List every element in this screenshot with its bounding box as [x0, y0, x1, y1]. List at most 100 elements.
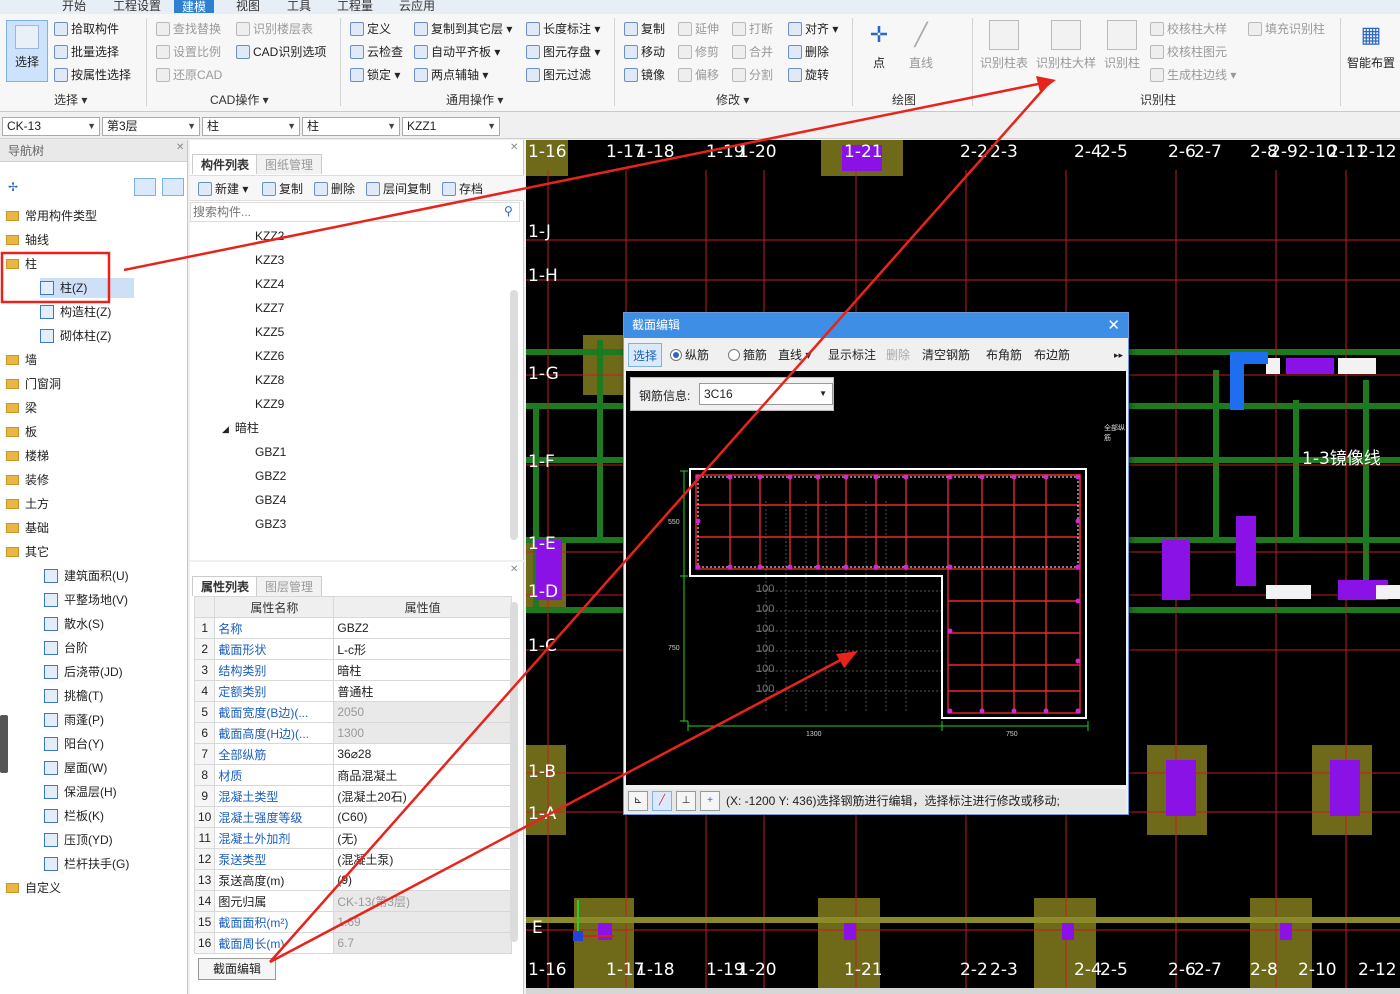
clear-rebar-button[interactable]: 清空钢筋 — [922, 343, 970, 367]
modify-group-label[interactable]: 修改 ▾ — [716, 91, 749, 108]
nav-insulation[interactable]: 保温层(H) — [44, 782, 117, 802]
list-item[interactable]: KZZ3 — [255, 250, 284, 270]
property-value[interactable]: L-c形 — [333, 638, 512, 660]
nav-beam[interactable]: 梁 — [6, 398, 37, 418]
nav-parapet[interactable]: 栏板(K) — [44, 806, 104, 826]
tab-layer-management[interactable]: 图层管理 — [256, 576, 323, 596]
property-value[interactable]: (混凝土泵) — [333, 848, 512, 870]
longitudinal-rebar-radio[interactable]: 纵筋 — [670, 343, 709, 367]
nav-construction-column[interactable]: 构造柱(Z) — [40, 302, 111, 322]
component-select[interactable]: KZZ1 ▼ — [402, 117, 500, 136]
set-scale-button[interactable]: 设置比例 — [156, 43, 221, 61]
interfloor-copy-button[interactable]: 层间复制 — [366, 180, 431, 198]
check-column-detail-button[interactable]: 校核柱大样 — [1150, 20, 1227, 38]
copy-to-other-floor-button[interactable]: 复制到其它层 ▾ — [414, 20, 512, 38]
close-icon[interactable]: ✕ — [510, 564, 518, 575]
dimension-label[interactable]: 750 — [668, 645, 680, 652]
list-item[interactable]: KZZ9 — [255, 394, 284, 414]
fill-recognize-column-button[interactable]: 填充识别柱 — [1248, 20, 1325, 38]
more-arrow-icon[interactable]: ▸▸ — [1114, 343, 1123, 367]
nav-other[interactable]: 其它 — [6, 542, 49, 562]
property-value[interactable]: 6.7 — [333, 932, 512, 954]
snap-icon[interactable]: ╱ — [652, 791, 672, 811]
show-dimension-button[interactable]: 显示标注 — [828, 343, 876, 367]
search-icon[interactable]: ⚲ — [504, 204, 513, 218]
line-dropdown[interactable]: 直线 ▾ — [778, 343, 811, 367]
nav-cornice[interactable]: 挑檐(T) — [44, 686, 103, 706]
nav-roof[interactable]: 屋面(W) — [44, 758, 107, 778]
tab-component-list[interactable]: 构件列表 — [192, 154, 259, 174]
dimension-label[interactable]: 1300 — [806, 731, 822, 738]
side-handle[interactable] — [0, 715, 8, 773]
batch-select-button[interactable]: 批量选择 — [54, 43, 119, 61]
nav-site-leveling[interactable]: 平整场地(V) — [44, 590, 128, 610]
find-replace-button[interactable]: 查找替换 — [156, 20, 221, 38]
two-point-axis-button[interactable]: 两点辅轴 ▾ — [414, 66, 488, 84]
delete-button[interactable]: 删除 — [788, 43, 829, 61]
dimension-label[interactable]: 550 — [668, 519, 680, 526]
nav-axis[interactable]: 轴线 — [6, 230, 49, 250]
expand-icon[interactable]: ✢ — [8, 180, 18, 194]
mirror-button[interactable]: 镜像 — [624, 66, 665, 84]
property-value[interactable]: CK-13(第3层) — [333, 890, 512, 912]
new-button[interactable]: 新建 ▾ — [198, 180, 248, 198]
tab-project-settings[interactable]: 工程设置 — [113, 0, 161, 14]
close-icon[interactable]: ✕ — [1107, 316, 1120, 334]
type-select[interactable]: 柱 ▼ — [302, 117, 400, 136]
property-value[interactable]: 2050 — [333, 701, 512, 723]
extend-button[interactable]: 延伸 — [678, 20, 719, 38]
property-value[interactable]: 商品混凝土 — [333, 764, 512, 786]
nav-decoration[interactable]: 装修 — [6, 470, 49, 490]
property-value[interactable]: 36⌀28 — [333, 743, 512, 765]
select-button[interactable]: 选择 — [6, 20, 48, 82]
tree-view-icon[interactable] — [162, 178, 184, 196]
property-value[interactable]: 1.69 — [333, 911, 512, 933]
break-button[interactable]: 打断 — [732, 20, 773, 38]
list-item[interactable]: KZZ6 — [255, 346, 284, 366]
nav-masonry-column[interactable]: 砌体柱(Z) — [40, 326, 111, 346]
list-item[interactable]: GBZ4 — [255, 490, 286, 510]
section-edit-button[interactable]: 截面编辑 — [198, 958, 276, 980]
list-view-icon[interactable] — [134, 178, 156, 196]
save-element-button[interactable]: 图元存盘 ▾ — [526, 43, 600, 61]
recognize-column-button[interactable]: 识别柱 — [1102, 20, 1142, 71]
nav-coping[interactable]: 压顶(YD) — [44, 830, 113, 850]
component-search-input[interactable] — [190, 202, 520, 222]
dimension-label[interactable]: 750 — [1006, 731, 1018, 738]
property-value[interactable]: GBZ2 — [333, 617, 512, 639]
property-value[interactable]: (9) — [333, 869, 512, 891]
property-value[interactable]: 普通柱 — [333, 680, 512, 702]
nav-common-types[interactable]: 常用构件类型 — [6, 206, 97, 226]
list-item[interactable]: GBZ3 — [255, 514, 286, 534]
project-select[interactable]: CK-13 ▼ — [2, 117, 100, 136]
close-icon[interactable]: ✕ — [510, 142, 518, 153]
nav-steps[interactable]: 台阶 — [44, 638, 88, 658]
tab-modeling[interactable]: 建模 — [174, 0, 215, 14]
recognize-floor-table-button[interactable]: 识别楼层表 — [236, 20, 313, 38]
nav-slab[interactable]: 板 — [6, 422, 37, 442]
tab-start[interactable]: 开始 — [62, 0, 86, 14]
list-item[interactable]: KZZ2 — [255, 226, 284, 246]
copy-component-button[interactable]: 复制 — [262, 180, 303, 198]
nav-railing[interactable]: 栏杆扶手(G) — [44, 854, 129, 874]
move-button[interactable]: 移动 — [624, 43, 665, 61]
add-point-icon[interactable]: + — [700, 791, 720, 811]
property-value[interactable]: (无) — [333, 827, 512, 849]
cloud-check-button[interactable]: 云检查 — [350, 43, 403, 61]
tab-tools[interactable]: 工具 — [287, 0, 311, 14]
nav-stair[interactable]: 楼梯 — [6, 446, 49, 466]
nav-post-pour-strip[interactable]: 后浇带(JD) — [44, 662, 123, 682]
nav-door-window[interactable]: 门窗洞 — [6, 374, 61, 394]
list-group-hidden-column[interactable]: ◢ 暗柱 — [222, 418, 259, 438]
select-by-attribute-button[interactable]: 按属性选择 — [54, 66, 131, 84]
define-button[interactable]: 定义 — [350, 20, 391, 38]
tab-quantity[interactable]: 工程量 — [337, 0, 373, 14]
recognize-column-detail-button[interactable]: 识别柱大样 — [1034, 20, 1098, 71]
category-select[interactable]: 柱 ▼ — [202, 117, 300, 136]
general-group-label[interactable]: 通用操作 ▾ — [446, 91, 503, 108]
merge-button[interactable]: 合并 — [732, 43, 773, 61]
cad-options-button[interactable]: CAD识别选项 — [236, 43, 326, 61]
recognize-column-table-button[interactable]: 识别柱表 — [978, 20, 1030, 71]
nav-canopy[interactable]: 雨蓬(P) — [44, 710, 104, 730]
property-value[interactable]: (混凝土20石) — [333, 785, 512, 807]
